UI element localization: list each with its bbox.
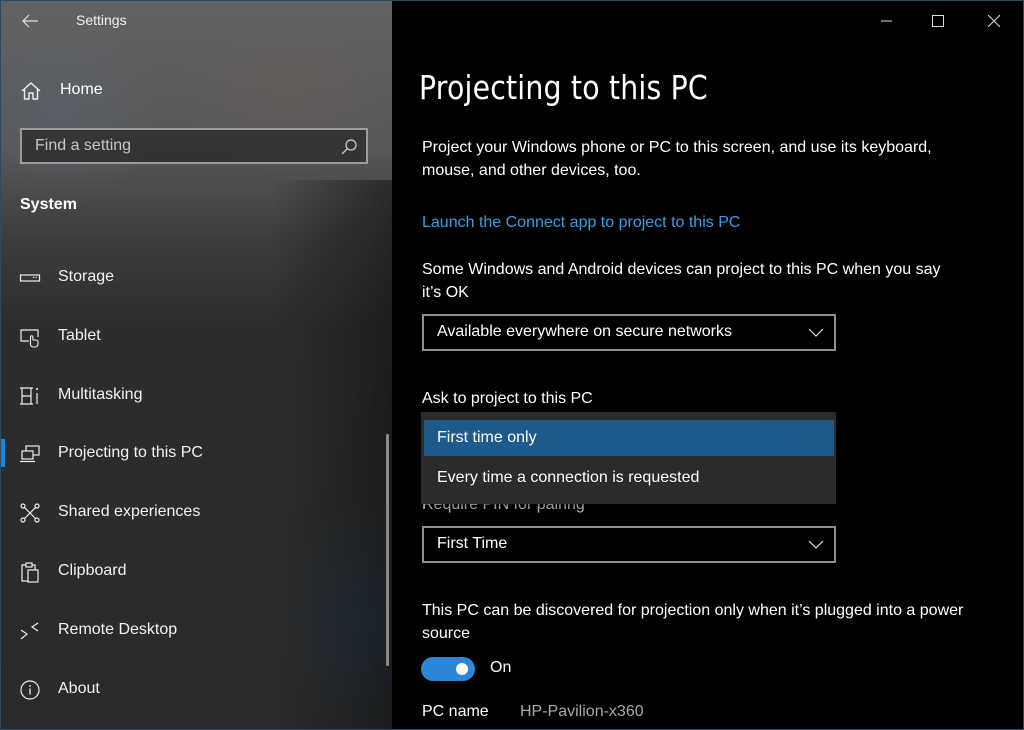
minimize-button[interactable] — [864, 0, 910, 42]
sidebar: Settings Home System Storage Tablet — [0, 0, 392, 730]
maximize-button[interactable] — [915, 0, 961, 42]
sidebar-item-projecting[interactable]: Projecting to this PC — [0, 425, 392, 484]
sidebar-item-about[interactable]: About — [0, 661, 392, 720]
sidebar-scrollbar[interactable] — [386, 434, 389, 666]
info-icon — [19, 679, 41, 701]
section-title: System — [20, 196, 77, 213]
sidebar-item-label: Projecting to this PC — [58, 444, 203, 462]
projecting-icon — [19, 443, 41, 465]
sidebar-item-clipboard[interactable]: Clipboard — [0, 543, 392, 602]
back-arrow-icon — [21, 14, 39, 28]
require-pin-selected: First Time — [437, 535, 508, 552]
sidebar-nav: Storage Tablet Multitasking Projecting t… — [0, 249, 392, 719]
remote-desktop-icon — [19, 620, 41, 642]
dropdown-option-first-time-only[interactable]: First time only — [424, 420, 834, 456]
active-indicator — [0, 439, 5, 467]
toggle-state-label: On — [490, 659, 512, 676]
home-icon — [20, 81, 42, 101]
sidebar-item-shared-experiences[interactable]: Shared experiences — [0, 484, 392, 543]
main-content: Projecting to this PC Project your Windo… — [392, 0, 1024, 730]
chevron-down-icon — [808, 538, 824, 550]
sidebar-item-label: Home — [60, 81, 103, 98]
page-title: Projecting to this PC — [419, 68, 708, 107]
sidebar-item-storage[interactable]: Storage — [0, 249, 392, 308]
option-label: Every time a connection is requested — [437, 469, 700, 486]
search-box[interactable] — [20, 128, 368, 164]
search-input[interactable] — [22, 130, 335, 162]
clipboard-icon — [19, 561, 41, 583]
pc-name-value: HP-Pavilion-x360 — [520, 703, 644, 720]
sidebar-item-multitasking[interactable]: Multitasking — [0, 367, 392, 426]
shared-experiences-icon — [19, 502, 41, 524]
dropdown-option-every-time[interactable]: Every time a connection is requested — [424, 460, 834, 496]
connect-app-link[interactable]: Launch the Connect app to project to thi… — [422, 211, 740, 234]
availability-dropdown[interactable]: Available everywhere on secure networks — [422, 314, 836, 351]
sidebar-item-label: Multitasking — [58, 385, 143, 403]
power-source-toggle[interactable] — [421, 657, 475, 681]
title-bar: Settings — [0, 0, 392, 42]
ask-to-project-label: Ask to project to this PC — [422, 390, 593, 407]
sidebar-item-label: Shared experiences — [58, 503, 201, 521]
search-icon[interactable] — [340, 138, 358, 156]
chevron-down-icon — [808, 326, 824, 338]
sidebar-item-remote-desktop[interactable]: Remote Desktop — [0, 602, 392, 661]
close-icon — [988, 15, 1000, 27]
toggle-knob — [456, 663, 468, 675]
tablet-icon — [19, 326, 41, 348]
option-label: First time only — [437, 429, 537, 446]
page-description: Project your Windows phone or PC to this… — [422, 139, 932, 179]
require-pin-dropdown[interactable]: First Time — [422, 526, 836, 563]
storage-icon — [19, 267, 41, 289]
power-source-label: This PC can be discovered for projection… — [422, 602, 964, 642]
minimize-icon — [881, 15, 893, 27]
sidebar-item-label: Tablet — [58, 326, 101, 344]
multitasking-icon — [19, 385, 41, 407]
sidebar-item-home[interactable]: Home — [0, 72, 392, 110]
ask-to-project-dropdown-list: First time only Every time a connection … — [421, 412, 836, 504]
sidebar-item-tablet[interactable]: Tablet — [0, 308, 392, 367]
sidebar-item-label: Remote Desktop — [58, 620, 178, 638]
sidebar-item-label: About — [58, 679, 100, 697]
close-button[interactable] — [971, 0, 1017, 42]
sidebar-item-label: Storage — [58, 268, 115, 285]
maximize-icon — [932, 15, 944, 27]
availability-label: Some Windows and Android devices can pro… — [422, 261, 941, 301]
back-button[interactable] — [14, 8, 46, 34]
sidebar-item-label: Clipboard — [58, 561, 127, 579]
app-title: Settings — [76, 12, 127, 28]
pc-name-label: PC name — [422, 703, 489, 720]
availability-selected: Available everywhere on secure networks — [437, 323, 732, 340]
